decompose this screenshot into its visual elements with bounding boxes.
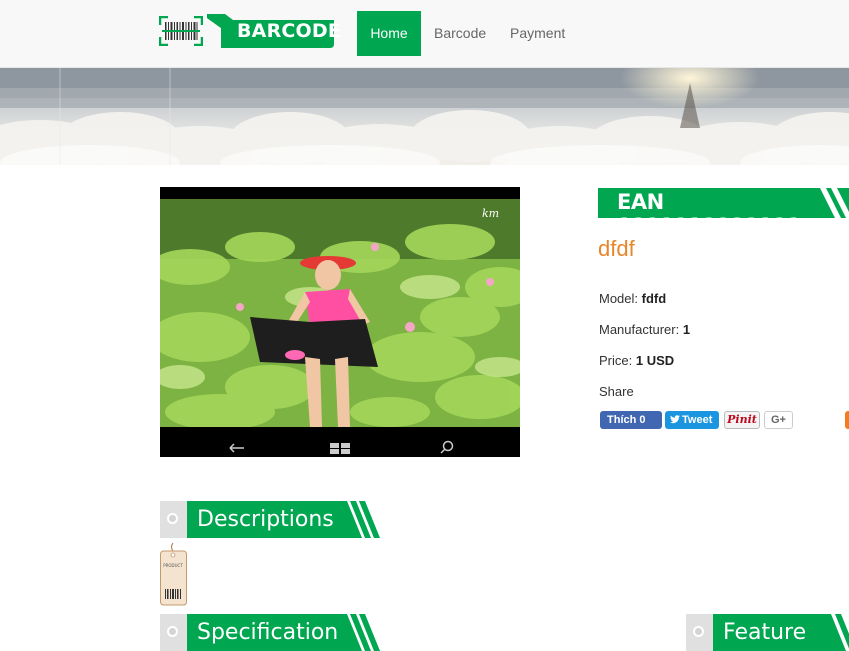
facebook-like-label: Thích 0 (607, 414, 646, 426)
share-label: Share (599, 384, 634, 399)
side-share-tab[interactable] (845, 411, 849, 429)
logo-text: BARCODE (237, 20, 342, 42)
manufacturer-value: 1 (682, 322, 691, 337)
section-title-bar: Descriptions (187, 501, 390, 538)
banner-clouds-image (0, 68, 849, 165)
ean-code: EAN 1111111111111 (617, 190, 801, 218)
nav-barcode[interactable]: Barcode (434, 11, 486, 56)
photo-watermark: km (482, 207, 499, 220)
barcode-scan-icon (159, 16, 203, 46)
section-bullet-icon (160, 614, 187, 651)
model-label: Model: (599, 291, 639, 306)
price-row: Price: 1 USD (599, 353, 674, 368)
product-image[interactable]: km (160, 187, 520, 457)
pinterest-button[interactable]: Pinit (724, 411, 760, 429)
section-bullet-icon (160, 501, 187, 538)
product-photo: km (160, 187, 520, 457)
tag-text: PRODUCT (163, 563, 183, 568)
price-value: 1 USD (635, 353, 675, 368)
feature-title: Feature (723, 620, 807, 645)
manufacturer-row: Manufacturer: 1 (599, 322, 690, 337)
navbar: BARCODE Home Barcode Payment (0, 0, 849, 68)
section-title-bar: Feature (713, 614, 849, 651)
google-plus-button[interactable]: G+ (764, 411, 793, 429)
manufacturer-label: Manufacturer: (599, 322, 680, 337)
google-plus-label: G+ (771, 414, 786, 426)
ean-header: EAN 1111111111111 (598, 188, 849, 218)
product-tag-icon: PRODUCT (160, 543, 187, 606)
facebook-like-button[interactable]: Thích 0 (600, 411, 662, 429)
nav-home[interactable]: Home (357, 11, 421, 56)
tweet-button[interactable]: Tweet (665, 411, 719, 429)
pinterest-label: Pinit (727, 413, 757, 426)
tweet-label: Tweet (682, 414, 713, 426)
model-value: fdfd (641, 291, 667, 306)
section-bullet-icon (686, 614, 713, 651)
product-name: dfdf (598, 236, 635, 261)
hero-banner (0, 68, 849, 165)
descriptions-title: Descriptions (197, 507, 334, 532)
model-row: Model: fdfd (599, 291, 666, 306)
brand-logo[interactable]: BARCODE (159, 14, 341, 48)
nav-payment[interactable]: Payment (510, 11, 565, 56)
twitter-bird-icon (670, 415, 680, 424)
section-title-bar: Specification (187, 614, 390, 651)
price-label: Price: (599, 353, 633, 368)
specification-title: Specification (197, 620, 339, 645)
